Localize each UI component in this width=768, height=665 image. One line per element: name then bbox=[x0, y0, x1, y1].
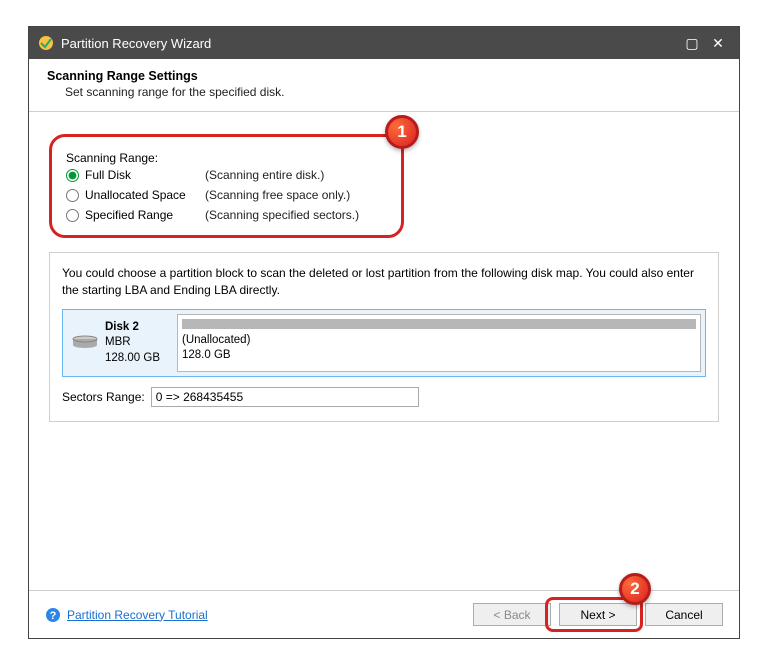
callout-badge-1: 1 bbox=[385, 115, 419, 149]
close-icon[interactable]: ✕ bbox=[705, 30, 731, 56]
radio-desc: (Scanning specified sectors.) bbox=[205, 208, 359, 222]
disk-info: Disk 2 MBR 128.00 GB bbox=[67, 314, 177, 373]
radio-label: Full Disk bbox=[85, 168, 205, 182]
app-icon bbox=[37, 34, 55, 52]
titlebar-text: Partition Recovery Wizard bbox=[61, 36, 211, 51]
page-title: Scanning Range Settings bbox=[47, 69, 721, 83]
disk-size: 128.00 GB bbox=[105, 351, 160, 367]
back-button: < Back bbox=[473, 603, 551, 626]
disk-hint: You could choose a partition block to sc… bbox=[62, 265, 706, 299]
sectors-label: Sectors Range: bbox=[62, 390, 145, 404]
disk-style: MBR bbox=[105, 335, 160, 351]
cancel-button[interactable]: Cancel bbox=[645, 603, 723, 626]
partition-type: (Unallocated) bbox=[182, 333, 696, 348]
sectors-input[interactable] bbox=[151, 387, 419, 407]
help-area: ? Partition Recovery Tutorial bbox=[45, 607, 208, 623]
radio-desc: (Scanning entire disk.) bbox=[205, 168, 324, 182]
radio-label: Unallocated Space bbox=[85, 188, 205, 202]
radio-specified-range[interactable]: Specified Range (Scanning specified sect… bbox=[66, 205, 387, 225]
titlebar: Partition Recovery Wizard ▢ ✕ bbox=[29, 27, 739, 59]
group-legend: Scanning Range: bbox=[66, 151, 158, 165]
radio-desc: (Scanning free space only.) bbox=[205, 188, 350, 202]
footer: ? Partition Recovery Tutorial < Back 2 N… bbox=[29, 590, 739, 638]
scanning-range-group: Scanning Range: 1 Full Disk (Scanning en… bbox=[49, 134, 404, 238]
radio-input-specified[interactable] bbox=[66, 209, 79, 222]
radio-input-unallocated[interactable] bbox=[66, 189, 79, 202]
partition-block[interactable]: (Unallocated) 128.0 GB bbox=[177, 314, 701, 373]
help-link[interactable]: Partition Recovery Tutorial bbox=[67, 608, 208, 622]
wizard-window: Partition Recovery Wizard ▢ ✕ Scanning R… bbox=[28, 26, 740, 639]
disk-map[interactable]: Disk 2 MBR 128.00 GB (Unallocated) 128.0… bbox=[62, 309, 706, 378]
svg-text:?: ? bbox=[50, 610, 57, 622]
radio-unallocated-space[interactable]: Unallocated Space (Scanning free space o… bbox=[66, 185, 387, 205]
sectors-row: Sectors Range: bbox=[62, 387, 706, 407]
partition-bar bbox=[182, 319, 696, 329]
page-header: Scanning Range Settings Set scanning ran… bbox=[29, 59, 739, 112]
maximize-icon[interactable]: ▢ bbox=[679, 30, 705, 56]
disk-panel: You could choose a partition block to sc… bbox=[49, 252, 719, 422]
page-subtitle: Set scanning range for the specified dis… bbox=[47, 85, 721, 99]
next-button[interactable]: Next > bbox=[559, 603, 637, 626]
next-wrap: 2 Next > bbox=[551, 603, 637, 626]
radio-full-disk[interactable]: Full Disk (Scanning entire disk.) bbox=[66, 165, 387, 185]
disk-icon bbox=[71, 335, 99, 351]
radio-label: Specified Range bbox=[85, 208, 205, 222]
help-icon: ? bbox=[45, 607, 61, 623]
disk-name: Disk 2 bbox=[105, 320, 160, 336]
partition-size: 128.0 GB bbox=[182, 348, 696, 363]
callout-badge-2: 2 bbox=[619, 573, 651, 605]
content-area: Scanning Range: 1 Full Disk (Scanning en… bbox=[29, 112, 739, 590]
radio-input-full-disk[interactable] bbox=[66, 169, 79, 182]
